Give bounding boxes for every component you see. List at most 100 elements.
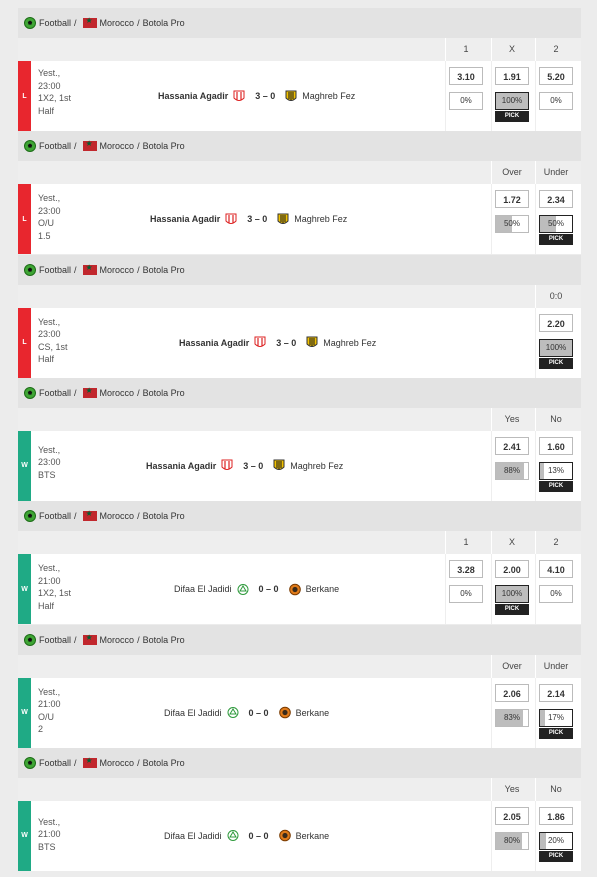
breadcrumb-country-link[interactable]: Morocco — [100, 511, 135, 521]
match-info-line: Yest., — [38, 444, 61, 455]
odds-button[interactable]: 1.86 — [539, 806, 573, 825]
outcome-label: Under — [535, 161, 576, 185]
vote-percentage: 100% — [495, 92, 529, 110]
breadcrumb-country-link[interactable]: Morocco — [100, 635, 135, 645]
outcome-label: 1 — [445, 38, 486, 61]
away-team-name: Maghreb Fez — [294, 214, 348, 225]
breadcrumb-separator: / — [137, 18, 140, 28]
pick-badge: PICK — [539, 234, 573, 246]
outcome-header: Yes No — [18, 407, 581, 431]
odds-button[interactable]: 3.10 — [449, 67, 483, 85]
away-team-name: Maghreb Fez — [302, 91, 356, 101]
match-info-line: Half — [38, 105, 55, 116]
match-info: Yest., 23:00 CS, 1st Half — [38, 316, 68, 366]
match-teams[interactable]: Hassania Agadir 3 – 0 Maghreb Fez — [146, 431, 343, 501]
breadcrumb-league-link[interactable]: Botola Pro — [143, 141, 185, 151]
odds-button[interactable]: 2.41 — [495, 436, 529, 455]
match-teams[interactable]: Hassania Agadir 3 – 0 Maghreb Fez — [158, 61, 355, 131]
outcome-label: Over — [491, 161, 532, 185]
breadcrumb-separator: / — [137, 141, 140, 152]
odds-button[interactable]: 2.34 — [539, 190, 573, 209]
outcome-column: 1.86 20% PICK — [535, 800, 576, 871]
berkane-crest-icon — [278, 829, 291, 842]
morocco-flag-icon — [82, 509, 97, 522]
match-info: Yest., 21:00 1X2, 1st Half — [38, 562, 71, 612]
match-score: 3 – 0 — [276, 337, 297, 348]
odds-button[interactable]: 1.72 — [495, 190, 529, 209]
match-teams[interactable]: Difaa El Jadidi 0 – 0 Berkane — [164, 678, 329, 748]
odds-button[interactable]: 2.06 — [495, 683, 529, 702]
football-icon — [24, 140, 36, 153]
breadcrumb-country-link[interactable]: Morocco — [100, 18, 135, 28]
difaa-el-jadidi-crest-icon — [237, 583, 249, 595]
breadcrumb-separator: / — [74, 18, 77, 28]
match-score: 0 – 0 — [248, 830, 269, 841]
vote-percentage-fill — [540, 709, 546, 726]
outcome-label: 2 — [535, 531, 576, 555]
odds-button[interactable]: 1.91 — [495, 67, 529, 85]
match-score: 3 – 0 — [255, 91, 276, 101]
vote-percentage-value: 83% — [503, 712, 520, 722]
odds-button[interactable]: 2.20 — [539, 313, 573, 332]
outcome-label: Over — [491, 654, 532, 678]
odds-button[interactable]: 2.05 — [495, 806, 529, 825]
breadcrumb-league-link[interactable]: Botola Pro — [143, 758, 185, 768]
berkane-crest-icon — [278, 706, 291, 719]
away-team-name: Maghreb Fez — [290, 460, 344, 471]
match-row: L Yest., 23:00 1X2, 1st Half Hassania Agadir 3… — [18, 61, 581, 131]
odds-button[interactable]: 1.60 — [539, 436, 573, 455]
match-info: Yest., 21:00 O/U 2 — [38, 686, 61, 736]
outcome-column: 2.00 100% PICK — [491, 554, 532, 625]
breadcrumb-league-link[interactable]: Botola Pro — [143, 511, 185, 521]
match-info: Yest., 23:00 BTS — [38, 444, 61, 482]
result-badge: W — [18, 677, 31, 748]
match-row: W Yest., 21:00 O/U 2 Difaa El Jadidi 0 – 0 Berk… — [18, 677, 581, 748]
outcome-label: 2 — [535, 38, 576, 61]
breadcrumb-country-link[interactable]: Morocco — [100, 758, 135, 768]
breadcrumb-separator: / — [137, 387, 140, 398]
difaa-el-jadidi-crest-icon — [227, 830, 239, 842]
breadcrumb-sport-link[interactable]: Football — [39, 141, 71, 151]
breadcrumb-sport-link[interactable]: Football — [39, 388, 71, 398]
vote-percentage-value: 50% — [503, 219, 520, 229]
odds-button[interactable]: 2.14 — [539, 683, 573, 702]
away-team-name: Berkane — [295, 830, 330, 841]
breadcrumb-sport-link[interactable]: Football — [39, 265, 71, 275]
breadcrumb-league-link[interactable]: Botola Pro — [143, 265, 185, 275]
vote-percentage-value: 0% — [550, 96, 562, 105]
pick-badge: PICK — [539, 357, 573, 369]
match-info-line: 2 — [38, 724, 44, 734]
breadcrumb-country-link[interactable]: Morocco — [100, 388, 135, 398]
pick-badge: PICK — [539, 480, 573, 492]
breadcrumb-league-link[interactable]: Botola Pro — [143, 635, 185, 645]
odds-button[interactable]: 4.10 — [539, 560, 573, 579]
outcome-header: Over Under — [18, 161, 581, 185]
breadcrumb-separator: / — [74, 141, 77, 152]
match-teams[interactable]: Difaa El Jadidi 0 – 0 Berkane — [174, 554, 339, 624]
breadcrumb-sport-link[interactable]: Football — [39, 635, 71, 645]
odds-button[interactable]: 3.28 — [449, 560, 483, 579]
vote-percentage-value: 100% — [501, 96, 523, 105]
match-teams[interactable]: Hassania Agadir 3 – 0 Maghreb Fez — [150, 184, 347, 254]
breadcrumb-separator: / — [137, 264, 140, 275]
away-team-name: Maghreb Fez — [323, 337, 377, 348]
breadcrumb-league-link[interactable]: Botola Pro — [143, 388, 185, 398]
result-badge: L — [18, 184, 31, 255]
odds-button[interactable]: 5.20 — [539, 67, 573, 85]
breadcrumb: Football/Morocco/Botola Pro — [18, 624, 581, 655]
vote-percentage: 50% — [539, 215, 573, 234]
breadcrumb-sport-link[interactable]: Football — [39, 511, 71, 521]
match-teams[interactable]: Difaa El Jadidi 0 – 0 Berkane — [164, 801, 329, 871]
match-info-line: 1X2, 1st — [38, 588, 72, 599]
breadcrumb-country-link[interactable]: Morocco — [100, 141, 135, 151]
breadcrumb: Football/Morocco/Botola Pro — [18, 8, 581, 38]
breadcrumb-country-link[interactable]: Morocco — [100, 265, 135, 275]
odds-button[interactable]: 2.00 — [495, 560, 529, 579]
morocco-flag-icon — [82, 386, 97, 398]
breadcrumb-sport-link[interactable]: Football — [39, 18, 71, 28]
breadcrumb-sport-link[interactable]: Football — [39, 758, 71, 768]
match-info-line: CS, 1st — [38, 341, 68, 352]
match-teams[interactable]: Hassania Agadir 3 – 0 Maghreb Fez — [179, 308, 376, 378]
breadcrumb-league-link[interactable]: Botola Pro — [143, 18, 185, 28]
vote-percentage-value: 50% — [547, 219, 564, 229]
